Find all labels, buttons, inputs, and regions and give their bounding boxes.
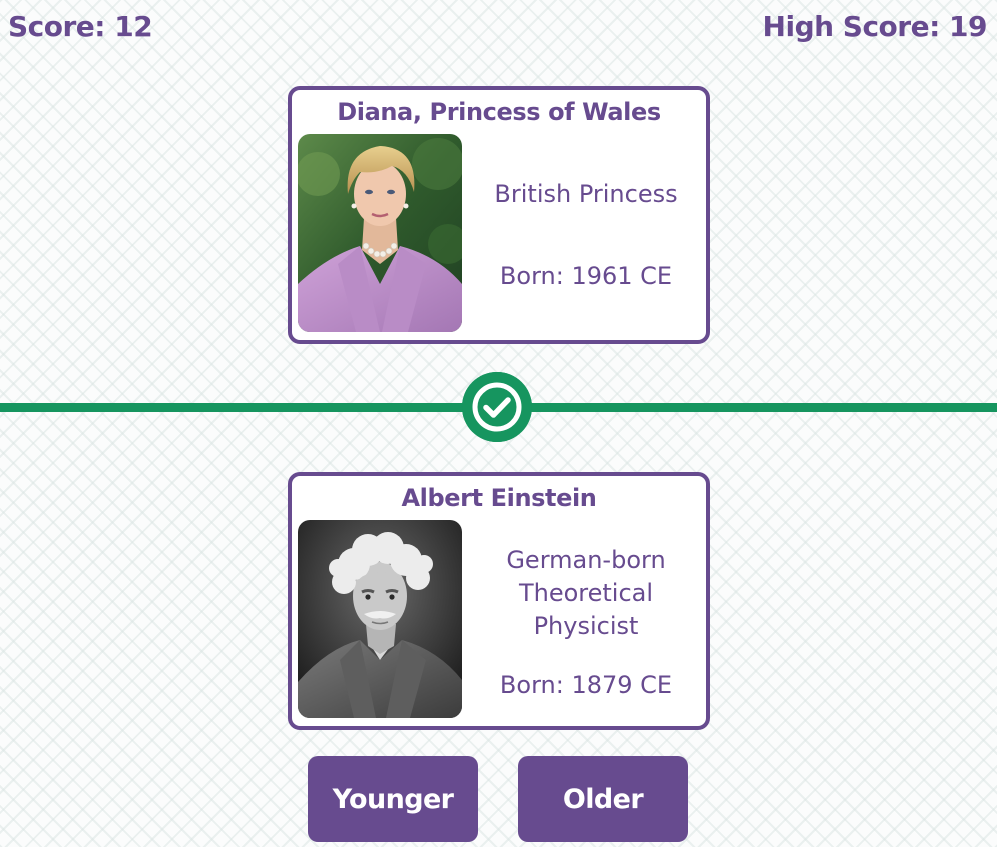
diana-portrait-image — [298, 134, 462, 332]
high-score-display: High Score: 19 — [762, 10, 988, 43]
previous-person-card: Diana, Princess of Wales British Princes… — [288, 86, 710, 344]
description-line: Physicist — [533, 612, 639, 640]
description-line: German-born — [506, 546, 666, 574]
person-birth-year: Born: 1879 CE — [499, 671, 673, 699]
current-person-card: Albert Einstein German-born Theoretical … — [288, 472, 710, 730]
einstein-portrait-image — [298, 520, 462, 718]
person-description: German-born Theoretical Physicist — [468, 544, 704, 643]
person-name: Diana, Princess of Wales — [337, 98, 661, 126]
description-line: Theoretical — [518, 579, 654, 607]
older-button[interactable]: Older — [518, 756, 688, 842]
younger-button[interactable]: Younger — [308, 756, 478, 842]
score-display: Score: 12 — [8, 10, 153, 43]
person-name: Albert Einstein — [401, 484, 597, 512]
person-description: British Princess — [494, 180, 678, 208]
check-circle-icon — [462, 372, 532, 442]
person-birth-year: Born: 1961 CE — [499, 262, 673, 290]
